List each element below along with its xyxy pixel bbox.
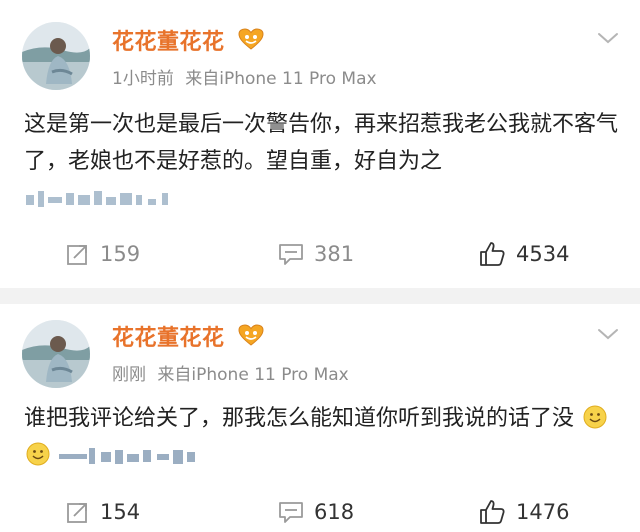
vip-badge-icon (238, 324, 264, 346)
post-meta: 1小时前 来自iPhone 11 Pro Max (112, 64, 377, 89)
chevron-down-icon[interactable] (596, 326, 620, 342)
avatar[interactable] (22, 320, 90, 388)
avatar-image (22, 320, 90, 388)
repost-count: 159 (100, 242, 141, 266)
repost-button[interactable]: 159 (66, 242, 140, 266)
post-divider (0, 288, 640, 304)
username[interactable]: 花花董花花 (112, 24, 225, 56)
blurred-text (59, 448, 195, 464)
post-content: 这是第一次也是最后一次警告你，再来招惹我老公我就不客气了，老娘也不是好惹的。望自… (24, 106, 624, 217)
like-button[interactable]: 4534 (478, 240, 569, 268)
post-source: 来自iPhone 11 Pro Max (185, 69, 377, 89)
post-content: 谁把我评论给关了，那我怎么能知道你听到我说的话了没 (24, 400, 624, 474)
smiley-icon (583, 405, 607, 429)
post-text: 谁把我评论给关了，那我怎么能知道你听到我说的话了没 (24, 406, 575, 431)
post-actions: 154 618 1476 (0, 492, 640, 532)
post-text: 这是第一次也是最后一次警告你，再来招惹我老公我就不客气了，老娘也不是好惹的。望自… (24, 112, 619, 174)
comment-count: 618 (314, 500, 355, 524)
smiley-icon (26, 442, 50, 466)
post-meta: 刚刚 来自iPhone 11 Pro Max (112, 360, 349, 385)
blurred-text (26, 191, 168, 207)
repost-button[interactable]: 154 (66, 500, 140, 524)
like-count: 1476 (516, 500, 570, 524)
vip-badge-icon (238, 28, 264, 50)
weibo-post-1: 花花董花花 1小时前 来自iPhone 11 Pro Max 这是第一次也是最后… (0, 0, 640, 288)
comment-count: 381 (314, 242, 355, 266)
like-icon (480, 242, 505, 266)
chevron-down-icon[interactable] (596, 30, 620, 46)
comment-button[interactable]: 618 (278, 500, 354, 524)
comment-button[interactable]: 381 (278, 242, 354, 266)
comment-icon (279, 244, 303, 265)
username[interactable]: 花花董花花 (112, 320, 225, 352)
post-time: 1小时前 (112, 69, 174, 89)
avatar-image (22, 22, 90, 90)
like-icon (480, 500, 505, 524)
post-time: 刚刚 (112, 365, 146, 385)
post-source: 来自iPhone 11 Pro Max (157, 365, 349, 385)
repost-icon (67, 503, 87, 523)
weibo-post-2: 花花董花花 刚刚 来自iPhone 11 Pro Max 谁把我评论给关了，那我… (0, 304, 640, 524)
like-count: 4534 (516, 242, 570, 266)
comment-icon (279, 502, 303, 523)
avatar[interactable] (22, 22, 90, 90)
repost-count: 154 (100, 500, 141, 524)
like-button[interactable]: 1476 (478, 498, 569, 526)
post-actions: 159 381 4534 (0, 238, 640, 278)
repost-icon (67, 245, 87, 265)
